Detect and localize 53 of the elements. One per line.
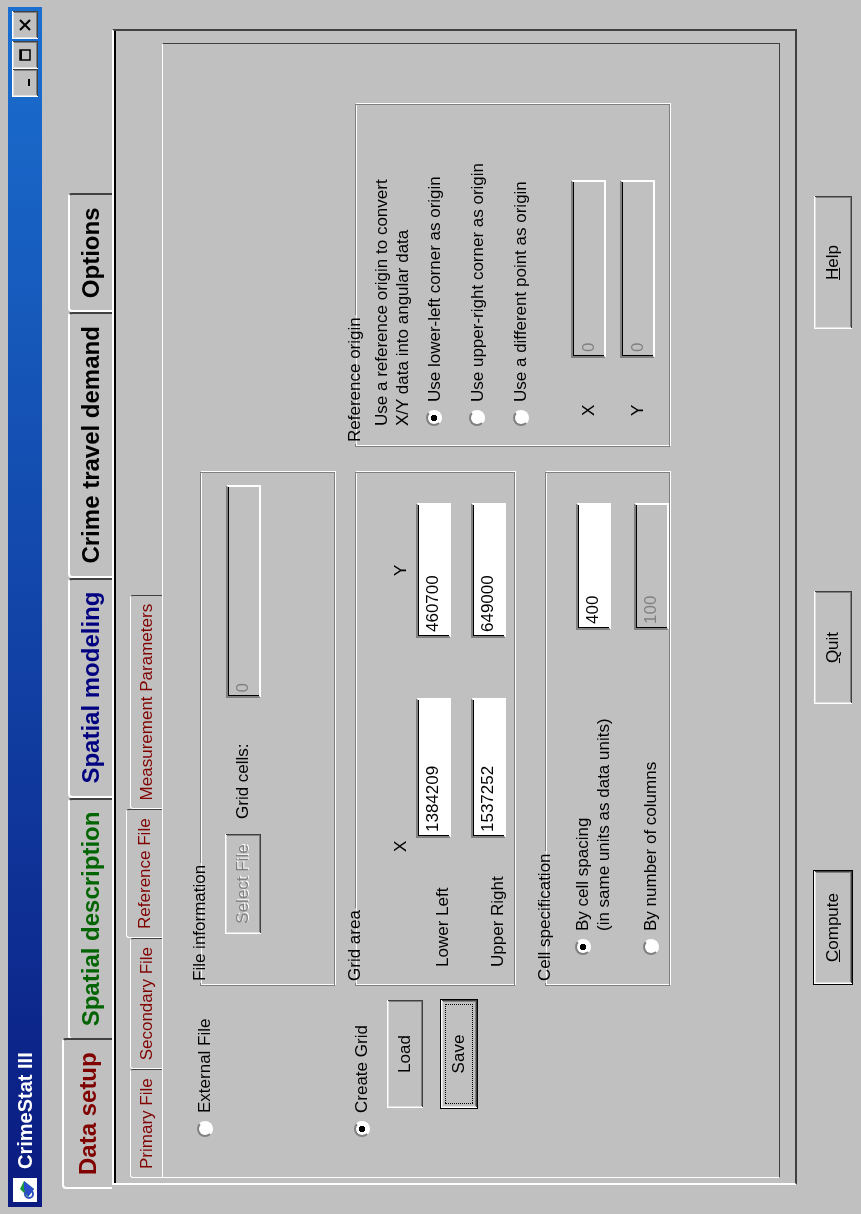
column-header: X [390, 840, 412, 852]
group-label: File information [190, 863, 210, 983]
input-field[interactable]: 649000 [470, 503, 506, 638]
window-title: CrimeStat III [13, 1052, 37, 1169]
maximize-button[interactable] [12, 41, 38, 69]
minimize-button[interactable] [12, 69, 38, 97]
grid-button[interactable]: Save [440, 999, 479, 1109]
app-icon [12, 1177, 38, 1203]
grid-button[interactable]: Load [386, 999, 425, 1109]
group-label: Reference origin [345, 316, 365, 444]
main-tab[interactable]: Data setup [62, 1038, 112, 1189]
main-tab[interactable]: Spatial modeling [68, 577, 112, 798]
radio-button[interactable] [512, 410, 529, 426]
radio-label: Use upper-right corner as origin [466, 162, 488, 402]
row-label: Lower Left [431, 887, 453, 967]
coordinate-label: X [578, 403, 600, 416]
dialog-button[interactable]: Quit [813, 590, 853, 705]
minimize-icon [28, 79, 30, 87]
maximize-icon [18, 48, 32, 62]
radio-button[interactable] [196, 1121, 213, 1137]
radio-button[interactable] [353, 1121, 370, 1137]
close-button[interactable] [12, 11, 38, 39]
sub-tab[interactable]: Secondary File [130, 937, 162, 1070]
group-label: Grid area [345, 909, 365, 983]
coordinate-label: Y [627, 403, 649, 416]
sub-tab[interactable]: Measurement Parameters [130, 594, 162, 810]
input-field[interactable]: 460700 [415, 503, 451, 638]
input-field[interactable]: 1384209 [415, 698, 451, 838]
input-field[interactable]: 400 [575, 503, 611, 630]
radio-label: External File [194, 1018, 215, 1113]
grid-cells-label: Grid cells: [232, 743, 254, 819]
radio-label: Use a different point as origin [510, 181, 531, 402]
close-icon [18, 18, 32, 32]
sub-tab[interactable]: Reference File [126, 809, 162, 938]
radio-label: Create Grid [351, 1025, 372, 1113]
column-header: Y [390, 564, 412, 576]
sub-tab[interactable]: Primary File [130, 1069, 162, 1178]
group-label: Cell specification [535, 852, 555, 983]
dialog-button[interactable]: Help [813, 195, 853, 330]
input-field[interactable]: 1537252 [470, 698, 506, 838]
main-tab[interactable]: Spatial description [68, 797, 112, 1041]
main-tab[interactable]: Options [68, 193, 112, 313]
radio-label: By cell spacing (in same units as data units) [571, 718, 614, 931]
radio-button[interactable] [643, 939, 659, 955]
radio-button[interactable] [574, 939, 591, 955]
radio-button[interactable] [469, 410, 486, 426]
row-label: Upper Right [486, 876, 508, 967]
dialog-button[interactable]: Compute [813, 870, 853, 985]
radio-button[interactable] [426, 410, 443, 426]
radio-label: Use lower-left corner as origin [423, 176, 445, 402]
description-text: Use a reference origin to convert X/Y data into angular data [371, 178, 414, 426]
main-tab[interactable]: Crime travel demand [68, 312, 112, 578]
radio-label: By number of columns [640, 761, 662, 931]
